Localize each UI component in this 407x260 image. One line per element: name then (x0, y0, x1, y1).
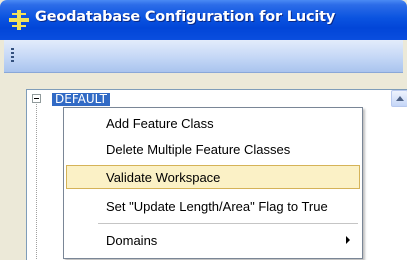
scroll-up-button[interactable] (391, 90, 407, 107)
menu-item-label: Delete Multiple Feature Classes (106, 142, 291, 157)
context-menu: Add Feature Class Delete Multiple Featur… (63, 107, 363, 259)
title-bar[interactable]: Geodatabase Configuration for Lucity (0, 0, 407, 40)
menu-item-delete-multiple-feature-classes[interactable]: Delete Multiple Feature Classes (66, 137, 360, 161)
menu-item-label: Validate Workspace (106, 170, 221, 185)
menu-separator (98, 223, 358, 224)
menu-item-validate-workspace[interactable]: Validate Workspace (66, 165, 360, 189)
tree-node-default[interactable]: DEFAULT (52, 93, 110, 106)
menu-item-label: Set "Update Length/Area" Flag to True (106, 199, 328, 214)
menu-item-domains[interactable]: Domains (66, 228, 360, 252)
menu-item-add-feature-class[interactable]: Add Feature Class (66, 111, 360, 135)
menu-item-set-update-length-area-flag[interactable]: Set "Update Length/Area" Flag to True (66, 194, 360, 218)
submenu-arrow-icon (346, 236, 350, 244)
tree-connector-line (36, 104, 37, 259)
menu-item-label: Domains (106, 233, 158, 248)
menu-item-label: Add Feature Class (106, 116, 214, 131)
collapse-icon[interactable] (32, 94, 41, 103)
window-title: Geodatabase Configuration for Lucity (35, 9, 336, 25)
lucity-crosshair-icon (9, 10, 29, 30)
application-window: Geodatabase Configuration for Lucity DEF… (0, 0, 407, 260)
toolbar (4, 40, 403, 73)
toolbar-grip[interactable] (11, 48, 14, 64)
